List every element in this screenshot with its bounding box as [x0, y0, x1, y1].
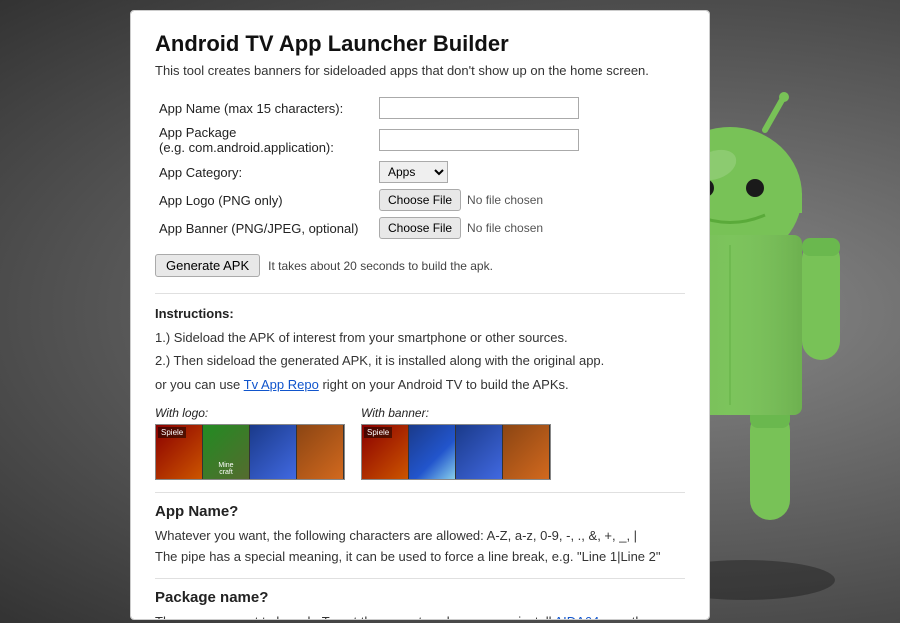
main-panel: Android TV App Launcher Builder This too… [130, 10, 710, 620]
category-select[interactable]: Apps Games Movies Music [379, 161, 448, 183]
instructions-section: Instructions: 1.) Sideload the APK of in… [155, 304, 685, 394]
thumb-4 [297, 425, 344, 479]
thumb-2: Minecraft [203, 425, 250, 479]
app-name-section-content: Whatever you want, the following charact… [155, 526, 685, 568]
screenshots-row: With logo: Spiele Minecraft With banner:… [155, 406, 685, 480]
aida64-link[interactable]: AIDA64 [554, 614, 599, 620]
app-banner-row: App Banner (PNG/JPEG, optional) Choose F… [155, 214, 685, 242]
banner-screenshot-img: Spiele [361, 424, 551, 480]
screenshot-with-logo: With logo: Spiele Minecraft [155, 406, 345, 480]
logo-no-file: No file chosen [467, 193, 543, 207]
divider-2 [155, 492, 685, 493]
generate-row: Generate APK It takes about 20 seconds t… [155, 254, 685, 277]
spiele-label-2: Spiele [364, 427, 392, 438]
with-logo-label: With logo: [155, 406, 345, 420]
app-category-row: App Category: Apps Games Movies Music [155, 158, 685, 186]
banner-thumb-3 [456, 425, 503, 479]
choose-banner-button[interactable]: Choose File [379, 217, 461, 239]
page-title: Android TV App Launcher Builder [155, 31, 685, 57]
logo-screenshot-img: Spiele Minecraft [155, 424, 345, 480]
app-name-section: App Name? Whatever you want, the followi… [155, 503, 685, 568]
app-logo-label: App Logo (PNG only) [155, 186, 375, 214]
generate-apk-button[interactable]: Generate APK [155, 254, 260, 277]
app-package-input[interactable] [379, 129, 579, 151]
tv-repo-link[interactable]: Tv App Repo [244, 377, 319, 392]
logo-file-row: Choose File No file chosen [379, 189, 681, 211]
app-logo-row: App Logo (PNG only) Choose File No file … [155, 186, 685, 214]
with-banner-label: With banner: [361, 406, 551, 420]
app-banner-label: App Banner (PNG/JPEG, optional) [155, 214, 375, 242]
package-name-section: Package name? The app you want to launch… [155, 589, 685, 620]
divider-1 [155, 293, 685, 294]
package-content-1: The app you want to launch. To get the c… [155, 614, 552, 620]
banner-thumb-4 [503, 425, 550, 479]
banner-no-file: No file chosen [467, 221, 543, 235]
divider-3 [155, 578, 685, 579]
generate-info: It takes about 20 seconds to build the a… [268, 259, 493, 273]
choose-logo-button[interactable]: Choose File [379, 189, 461, 211]
instructions-step1: 1.) Sideload the APK of interest from yo… [155, 328, 685, 348]
app-name-label: App Name (max 15 characters): [155, 94, 375, 122]
app-name-section-title: App Name? [155, 503, 685, 520]
or-text2: right on your Android TV to build the AP… [322, 377, 568, 392]
screenshot-with-banner: With banner: Spiele [361, 406, 551, 480]
app-category-label: App Category: [155, 158, 375, 186]
package-name-title: Package name? [155, 589, 685, 606]
page-subtitle: This tool creates banners for sideloaded… [155, 63, 685, 78]
or-text: or you can use [155, 377, 240, 392]
app-name-input[interactable] [379, 97, 579, 119]
package-name-content: The app you want to launch. To get the c… [155, 612, 685, 620]
instructions-title: Instructions: [155, 304, 685, 324]
form-table: App Name (max 15 characters): App Packag… [155, 94, 685, 242]
thumb-3 [250, 425, 297, 479]
instructions-step2: 2.) Then sideload the generated APK, it … [155, 351, 685, 371]
instructions-or: or you can use Tv App Repo right on your… [155, 375, 685, 395]
app-package-row: App Package(e.g. com.android.application… [155, 122, 685, 158]
app-package-label: App Package(e.g. com.android.application… [155, 122, 375, 158]
app-name-row: App Name (max 15 characters): [155, 94, 685, 122]
spiele-label-1: Spiele [158, 427, 186, 438]
banner-thumb-2 [409, 425, 456, 479]
banner-file-row: Choose File No file chosen [379, 217, 681, 239]
